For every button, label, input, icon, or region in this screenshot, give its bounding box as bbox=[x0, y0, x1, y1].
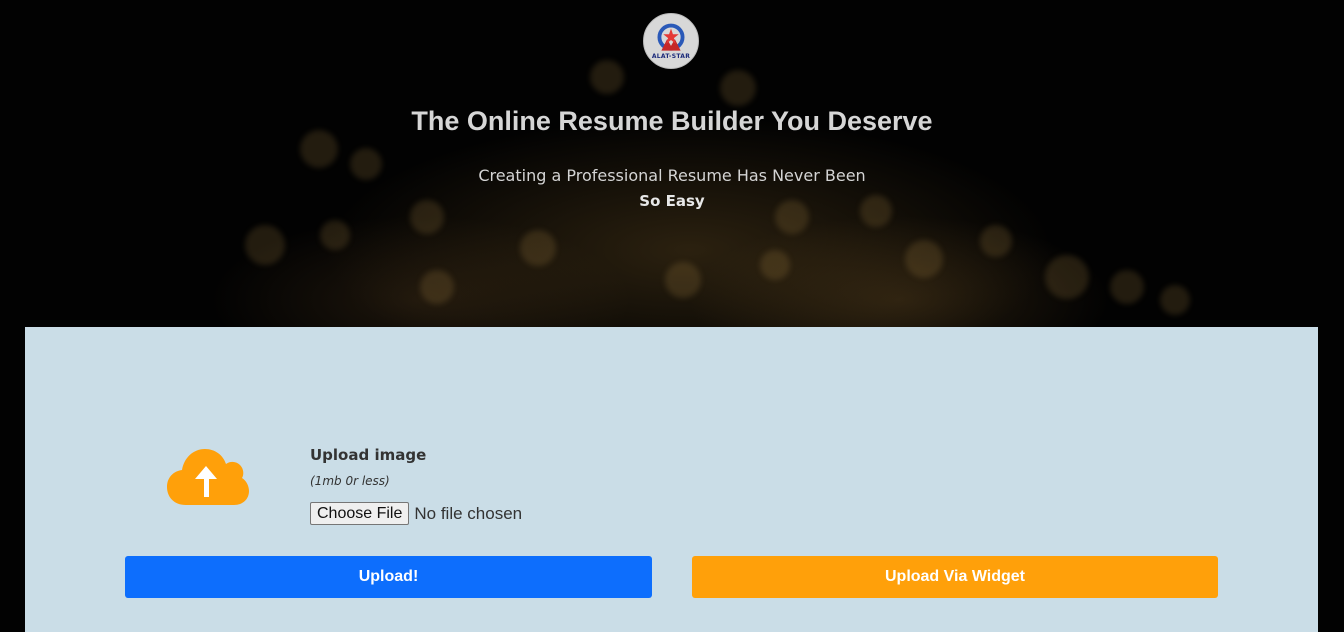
bokeh-light bbox=[420, 270, 454, 304]
logo-emblem-icon bbox=[657, 23, 685, 51]
bokeh-light bbox=[320, 220, 350, 250]
bokeh-light bbox=[760, 250, 790, 280]
bokeh-light bbox=[1110, 270, 1144, 304]
bokeh-light bbox=[245, 225, 285, 265]
bokeh-light bbox=[520, 230, 556, 266]
bokeh-light bbox=[1160, 285, 1190, 315]
choose-file-button[interactable]: Choose File bbox=[310, 502, 410, 525]
bokeh-light bbox=[590, 60, 624, 94]
bokeh-light bbox=[720, 70, 756, 106]
page-subtitle: Creating a Professional Resume Has Never… bbox=[478, 166, 866, 185]
bokeh-light bbox=[980, 225, 1012, 257]
subtitle-emphasis: So Easy bbox=[639, 192, 705, 210]
bokeh-light bbox=[905, 240, 943, 278]
bokeh-light bbox=[1045, 255, 1089, 299]
upload-button[interactable]: Upload! bbox=[125, 556, 652, 598]
file-status: No file chosen bbox=[414, 503, 523, 523]
site-logo[interactable]: ALAT-STAR bbox=[643, 13, 699, 69]
upload-via-widget-button[interactable]: Upload Via Widget bbox=[692, 556, 1218, 598]
logo-text: ALAT-STAR bbox=[651, 53, 691, 60]
cloud-upload-icon bbox=[167, 449, 249, 505]
upload-panel: Upload image (1mb 0r less) Choose File N… bbox=[25, 327, 1318, 632]
upload-title: Upload image bbox=[310, 446, 427, 464]
upload-size-note: (1mb 0r less) bbox=[310, 474, 390, 488]
bokeh-light bbox=[665, 262, 701, 298]
page-title: The Online Resume Builder You Deserve bbox=[411, 106, 933, 136]
file-input[interactable]: Choose File No file chosen bbox=[310, 502, 522, 525]
